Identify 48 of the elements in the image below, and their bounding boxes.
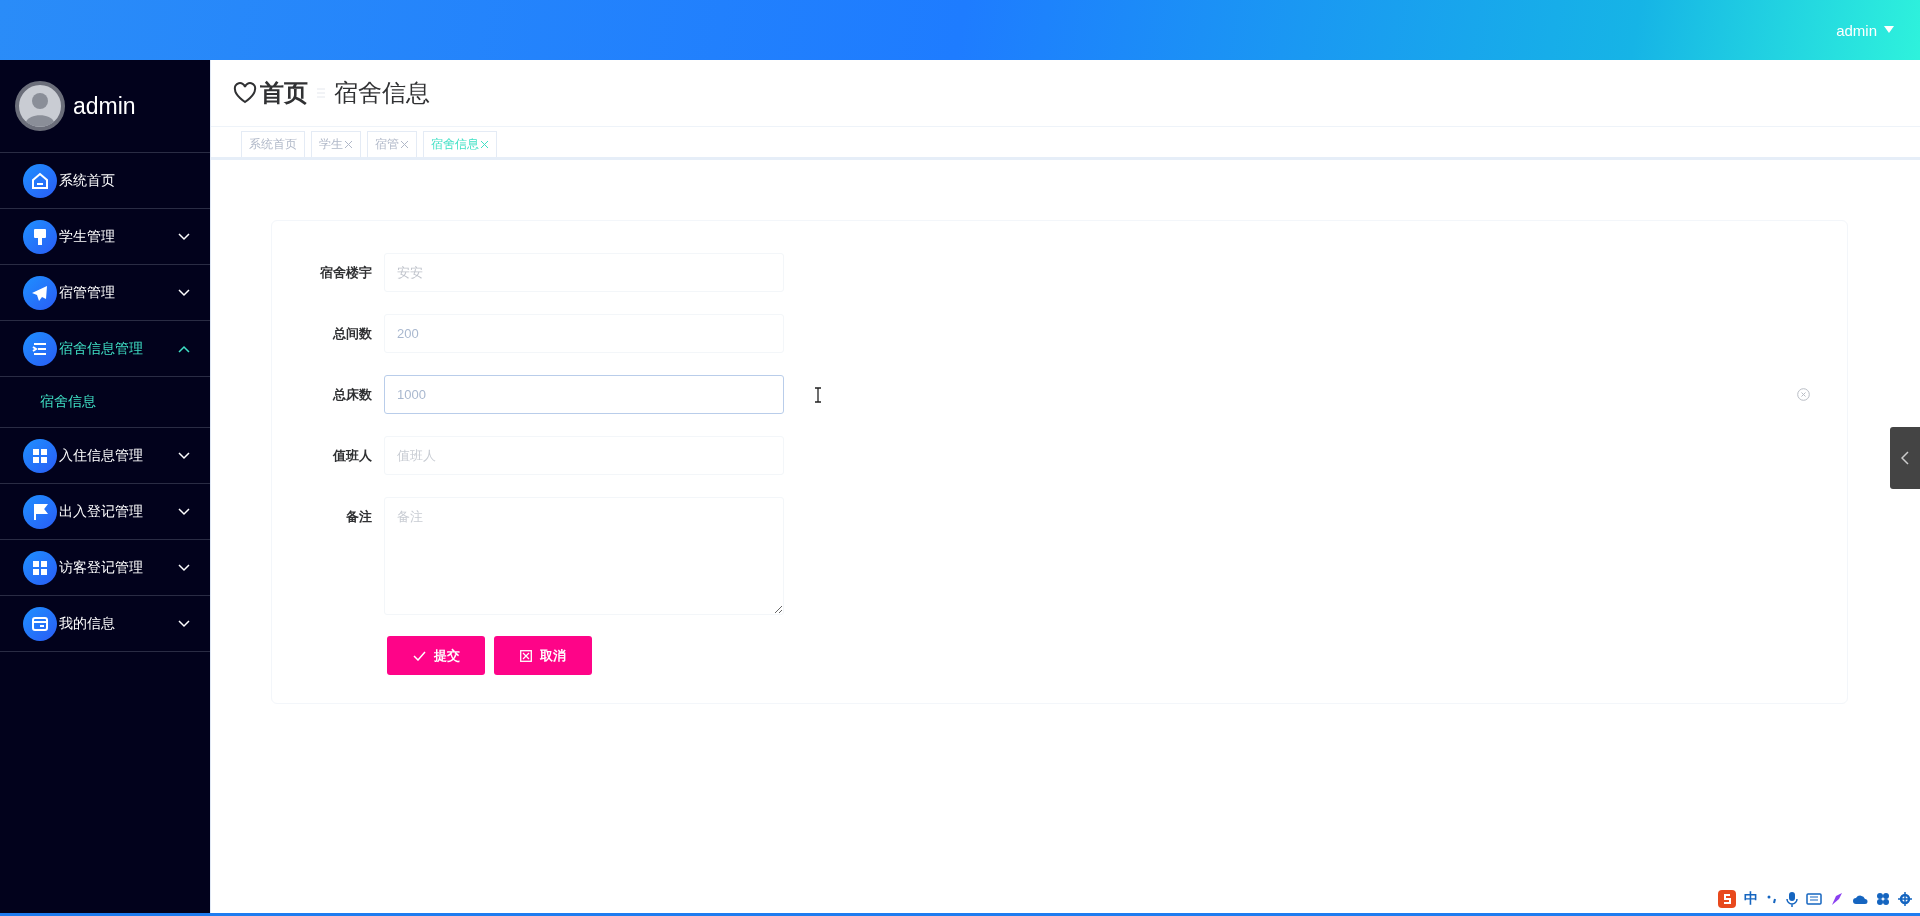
menu-item[interactable]: 访客登记管理 (0, 540, 210, 596)
microphone-icon[interactable] (1786, 891, 1798, 907)
field-label: 总间数 (331, 325, 373, 343)
chevron-icon (178, 451, 190, 460)
chevron-icon (178, 563, 190, 572)
cancel-button[interactable]: 取消 (494, 636, 592, 675)
menu-item[interactable]: 宿管管理 (0, 265, 210, 321)
field-label: 备注 (345, 508, 373, 526)
menu-item[interactable]: 系统首页 (0, 153, 210, 209)
grid-icon (23, 550, 57, 585)
avatar-icon (15, 81, 65, 131)
field-label: 宿舍楼宇 (319, 264, 373, 282)
menu-item[interactable]: 入住信息管理 (0, 428, 210, 484)
ime-mode[interactable]: 中 (1744, 890, 1758, 908)
close-box-icon (520, 649, 532, 662)
chevron-icon (178, 288, 190, 297)
field-label: 值班人 (331, 447, 373, 465)
home-icon (23, 163, 57, 198)
chevron-icon (178, 619, 190, 628)
grid-icon (23, 438, 57, 473)
menu-item[interactable]: 出入登记管理 (0, 484, 210, 540)
apps-icon[interactable] (1876, 892, 1890, 906)
chevron-icon (178, 507, 190, 516)
menu-item[interactable]: 学生管理 (0, 209, 210, 265)
chevron-icon (178, 232, 190, 241)
collapse-handle[interactable] (1890, 427, 1920, 489)
heart-icon (233, 82, 257, 104)
submit-button[interactable]: 提交 (387, 636, 485, 675)
text-cursor-icon (814, 387, 822, 403)
menu-item[interactable]: 宿舍信息管理 (0, 321, 210, 377)
check-icon (412, 650, 426, 661)
cloud-icon[interactable] (1852, 893, 1868, 905)
breadcrumb-current: 宿舍信息 (334, 78, 430, 108)
menu-item[interactable]: 我的信息 (0, 596, 210, 652)
chevron-icon (178, 344, 190, 353)
submenu-item[interactable]: 宿舍信息 (0, 377, 210, 428)
brush-icon (23, 219, 57, 254)
breadcrumb-link[interactable]: 首页 (260, 77, 308, 109)
caret-icon (1884, 26, 1894, 34)
chevron-left-icon (1901, 451, 1909, 465)
user-name: admin (73, 92, 136, 120)
field-label: 总床数 (331, 386, 373, 404)
keyboard-icon[interactable] (1806, 893, 1822, 905)
settings-icon[interactable] (1898, 892, 1912, 906)
plane-icon (23, 275, 57, 310)
card-icon (23, 606, 57, 641)
flag-icon (23, 494, 57, 529)
list-icon (23, 331, 57, 366)
